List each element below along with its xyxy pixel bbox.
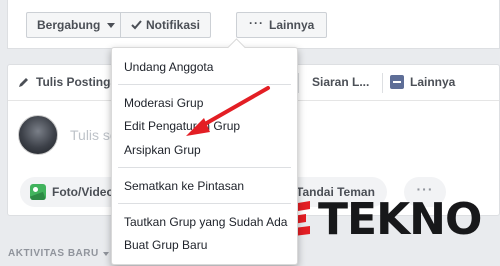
more-tab-icon bbox=[390, 75, 404, 89]
tab-live-video[interactable]: Siaran L... bbox=[312, 75, 369, 89]
activity-label: AKTIVITAS BARU bbox=[8, 248, 99, 259]
chevron-down-icon bbox=[107, 22, 116, 28]
pencil-icon bbox=[18, 76, 30, 88]
menu-item-moderate-group[interactable]: Moderasi Grup bbox=[124, 96, 203, 110]
menu-divider bbox=[118, 167, 291, 168]
photo-icon bbox=[30, 184, 46, 200]
tab-write-label: Tulis Postinga bbox=[36, 75, 118, 89]
tab-divider bbox=[382, 73, 383, 93]
join-group-button[interactable]: Bergabung bbox=[26, 12, 127, 38]
check-icon bbox=[131, 20, 142, 30]
join-label: Bergabung bbox=[37, 18, 101, 32]
menu-item-pin-to-shortcuts[interactable]: Sematkan ke Pintasan bbox=[124, 179, 244, 193]
tab-divider bbox=[298, 73, 299, 93]
watermark-text: TEKNO bbox=[318, 194, 482, 245]
tab-more-label: Lainnya bbox=[410, 75, 456, 89]
menu-item-link-existing-group[interactable]: Tautkan Grup yang Sudah Ada bbox=[124, 215, 287, 229]
group-header-card: Bergabung Notifikasi ··· Lainnya bbox=[7, 0, 500, 49]
menu-divider bbox=[118, 84, 291, 85]
photo-video-button[interactable]: Foto/Video bbox=[20, 177, 126, 207]
avatar[interactable] bbox=[18, 115, 58, 155]
more-options-menu: Undang Anggota Moderasi Grup Edit Pengat… bbox=[111, 47, 298, 265]
more-label: Lainnya bbox=[269, 18, 315, 32]
tab-write-post[interactable]: Tulis Postinga bbox=[18, 75, 117, 89]
menu-item-invite-members[interactable]: Undang Anggota bbox=[124, 60, 213, 74]
activity-sort-dropdown[interactable]: AKTIVITAS BARU bbox=[8, 248, 109, 259]
chevron-down-icon bbox=[102, 251, 109, 256]
tekno-watermark: TEKNO bbox=[284, 194, 482, 245]
menu-divider bbox=[118, 203, 291, 204]
ellipsis-icon: ··· bbox=[249, 16, 264, 30]
menu-item-archive-group[interactable]: Arsipkan Grup bbox=[124, 143, 201, 157]
more-options-button[interactable]: ··· Lainnya bbox=[236, 12, 328, 38]
notifications-button[interactable]: Notifikasi bbox=[120, 12, 212, 38]
menu-item-create-new-group[interactable]: Buat Grup Baru bbox=[124, 238, 207, 252]
notifications-label: Notifikasi bbox=[146, 18, 201, 32]
tab-live-label: Siaran L... bbox=[312, 75, 370, 89]
menu-item-edit-group-settings[interactable]: Edit Pengaturan Grup bbox=[124, 119, 240, 133]
tab-more[interactable]: Lainnya bbox=[390, 75, 455, 89]
photo-video-label: Foto/Video bbox=[52, 185, 114, 199]
